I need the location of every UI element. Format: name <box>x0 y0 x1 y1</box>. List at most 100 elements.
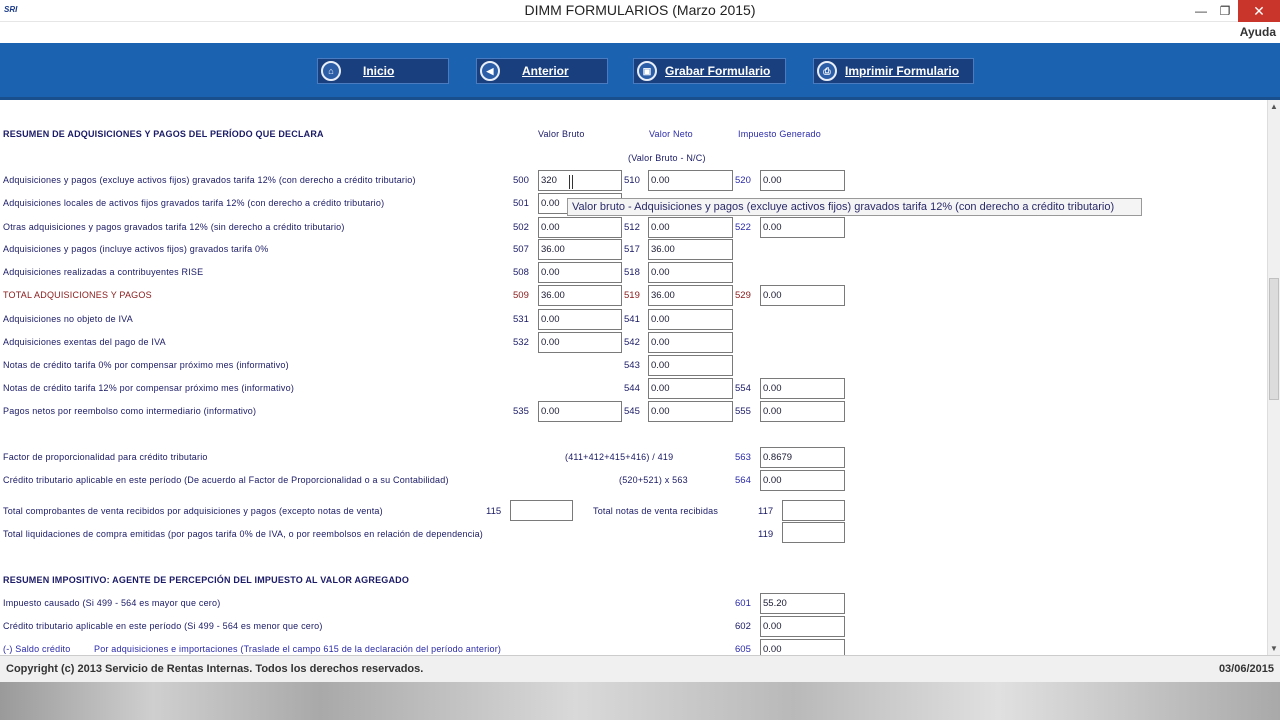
net-value-field[interactable]: 0.00 <box>648 332 733 353</box>
row-label: Notas de crédito tarifa 0% por compensar… <box>3 360 289 370</box>
column-header-tax: Impuesto Generado <box>738 129 821 139</box>
row-label: Notas de crédito tarifa 12% por compensa… <box>3 383 295 393</box>
tax-credit-code: 602 <box>735 621 751 632</box>
menu-bar: Ayuda <box>0 22 1280 43</box>
restore-button[interactable]: ❐ <box>1210 0 1240 22</box>
row-code-net: 510 <box>624 175 640 186</box>
row-code-tax: 522 <box>735 222 751 233</box>
row-label: Adquisiciones y pagos (incluye activos f… <box>3 244 269 254</box>
row-code-gross: 502 <box>513 222 529 233</box>
liquidations-field[interactable] <box>782 522 845 543</box>
saldo-detail: Por adquisiciones e importaciones (Trasl… <box>94 644 502 654</box>
save-button[interactable]: ▣ Grabar Formulario <box>633 58 786 84</box>
home-button[interactable]: ⌂ Inicio <box>317 58 449 84</box>
row-code-net: 512 <box>624 222 640 233</box>
row-code-gross: 500 <box>513 175 529 186</box>
status-bar: Copyright (c) 2013 Servicio de Rentas In… <box>0 655 1280 682</box>
tax-caused-field[interactable]: 55.20 <box>760 593 845 614</box>
saldo-field[interactable]: 0.00 <box>760 639 845 655</box>
gross-value-field[interactable]: 0.00 <box>538 401 622 422</box>
net-value-field[interactable]: 0.00 <box>648 217 733 238</box>
credit-field[interactable]: 0.00 <box>760 470 845 491</box>
notes-code: 117 <box>758 506 774 517</box>
row-code-net: 544 <box>624 383 640 394</box>
gross-value-field[interactable]: 0.00 <box>538 262 622 283</box>
tax-caused-label: Impuesto causado (Si 499 - 564 es mayor … <box>3 598 221 608</box>
column-subheader-net: (Valor Bruto - N/C) <box>628 153 706 163</box>
saldo-label: (-) Saldo crédito <box>3 644 71 654</box>
print-icon: ⎙ <box>817 61 837 81</box>
status-date: 03/06/2015 <box>1218 663 1274 675</box>
net-value-field[interactable]: 0.00 <box>648 309 733 330</box>
tax-credit-field[interactable]: 0.00 <box>760 616 845 637</box>
row-label: Adquisiciones locales de activos fijos g… <box>3 198 385 208</box>
toolbar: ⌂ Inicio ◀ Anterior ▣ Grabar Formulario … <box>0 43 1280 100</box>
liquidations-label: Total liquidaciones de compra emitidas (… <box>3 529 483 539</box>
gross-value-field[interactable]: 36.00 <box>538 285 622 306</box>
net-value-field[interactable]: 0.00 <box>648 355 733 376</box>
column-header-net: Valor Neto <box>649 129 693 139</box>
scroll-down-icon[interactable]: ▼ <box>1270 644 1278 653</box>
factor-formula: (411+412+415+416) / 419 <box>565 452 674 462</box>
factor-field[interactable]: 0.8679 <box>760 447 845 468</box>
row-code-gross: 535 <box>513 406 529 417</box>
vertical-scrollbar[interactable]: ▲ ▼ <box>1267 100 1280 655</box>
tax-value-field[interactable]: 0.00 <box>760 217 845 238</box>
gross-value-field[interactable]: 0.00 <box>538 309 622 330</box>
credit-formula: (520+521) x 563 <box>619 475 688 485</box>
text-cursor-icon <box>569 175 573 189</box>
tax-value-field[interactable]: 0.00 <box>760 170 845 191</box>
save-button-label: Grabar Formulario <box>665 64 771 78</box>
scroll-up-icon[interactable]: ▲ <box>1270 102 1278 111</box>
row-code-net: 518 <box>624 267 640 278</box>
vouchers-field[interactable] <box>510 500 573 521</box>
net-value-field[interactable]: 0.00 <box>648 170 733 191</box>
close-button[interactable]: ✕ <box>1238 0 1280 22</box>
row-label: TOTAL ADQUISICIONES Y PAGOS <box>3 290 152 300</box>
net-value-field[interactable]: 0.00 <box>648 401 733 422</box>
tax-value-field[interactable]: 0.00 <box>760 285 845 306</box>
gross-value-field[interactable]: 320 <box>538 170 622 191</box>
form-content: RESUMEN DE ADQUISICIONES Y PAGOS DEL PER… <box>0 100 1267 655</box>
gross-value-field[interactable]: 0.00 <box>538 217 622 238</box>
print-button-label: Imprimir Formulario <box>845 64 960 78</box>
net-value-field[interactable]: 0.00 <box>648 262 733 283</box>
column-header-gross: Valor Bruto <box>538 129 585 139</box>
net-value-field[interactable]: 36.00 <box>648 285 733 306</box>
vouchers-code: 115 <box>486 506 502 517</box>
row-code-gross: 509 <box>513 290 529 301</box>
row-label: Adquisiciones realizadas a contribuyente… <box>3 267 204 277</box>
row-code-gross: 531 <box>513 314 529 325</box>
help-menu[interactable]: Ayuda <box>1240 25 1276 39</box>
row-code-gross: 507 <box>513 244 529 255</box>
row-code-tax: 529 <box>735 290 751 301</box>
row-code-gross: 508 <box>513 267 529 278</box>
section-title-purchases: RESUMEN DE ADQUISICIONES Y PAGOS DEL PER… <box>3 129 324 139</box>
row-code-net: 542 <box>624 337 640 348</box>
section-title-tax-summary: RESUMEN IMPOSITIVO: AGENTE DE PERCEPCIÓN… <box>3 575 410 585</box>
scroll-thumb[interactable] <box>1269 278 1279 400</box>
taskbar <box>0 682 1280 720</box>
copyright-text: Copyright (c) 2013 Servicio de Rentas In… <box>6 663 424 675</box>
row-code-tax: 554 <box>735 383 751 394</box>
tax-value-field[interactable]: 0.00 <box>760 401 845 422</box>
tax-value-field[interactable]: 0.00 <box>760 378 845 399</box>
gross-value-field[interactable]: 36.00 <box>538 239 622 260</box>
back-icon: ◀ <box>480 61 500 81</box>
row-code-gross: 532 <box>513 337 529 348</box>
previous-button[interactable]: ◀ Anterior <box>476 58 608 84</box>
row-label: Adquisiciones exentas del pago de IVA <box>3 337 166 347</box>
net-value-field[interactable]: 0.00 <box>648 378 733 399</box>
notes-field[interactable] <box>782 500 845 521</box>
save-icon: ▣ <box>637 61 657 81</box>
row-label: Otras adquisiciones y pagos gravados tar… <box>3 222 345 232</box>
title-bar: SRI DIMM FORMULARIOS (Marzo 2015) — ❐ ✕ <box>0 0 1280 22</box>
notes-label: Total notas de venta recibidas <box>593 506 719 516</box>
gross-value-field[interactable]: 0.00 <box>538 332 622 353</box>
print-button[interactable]: ⎙ Imprimir Formulario <box>813 58 974 84</box>
factor-code: 563 <box>735 452 751 463</box>
row-label: Adquisiciones y pagos (excluye activos f… <box>3 175 416 185</box>
liquidations-code: 119 <box>758 529 774 540</box>
net-value-field[interactable]: 36.00 <box>648 239 733 260</box>
row-label: Adquisiciones no objeto de IVA <box>3 314 133 324</box>
